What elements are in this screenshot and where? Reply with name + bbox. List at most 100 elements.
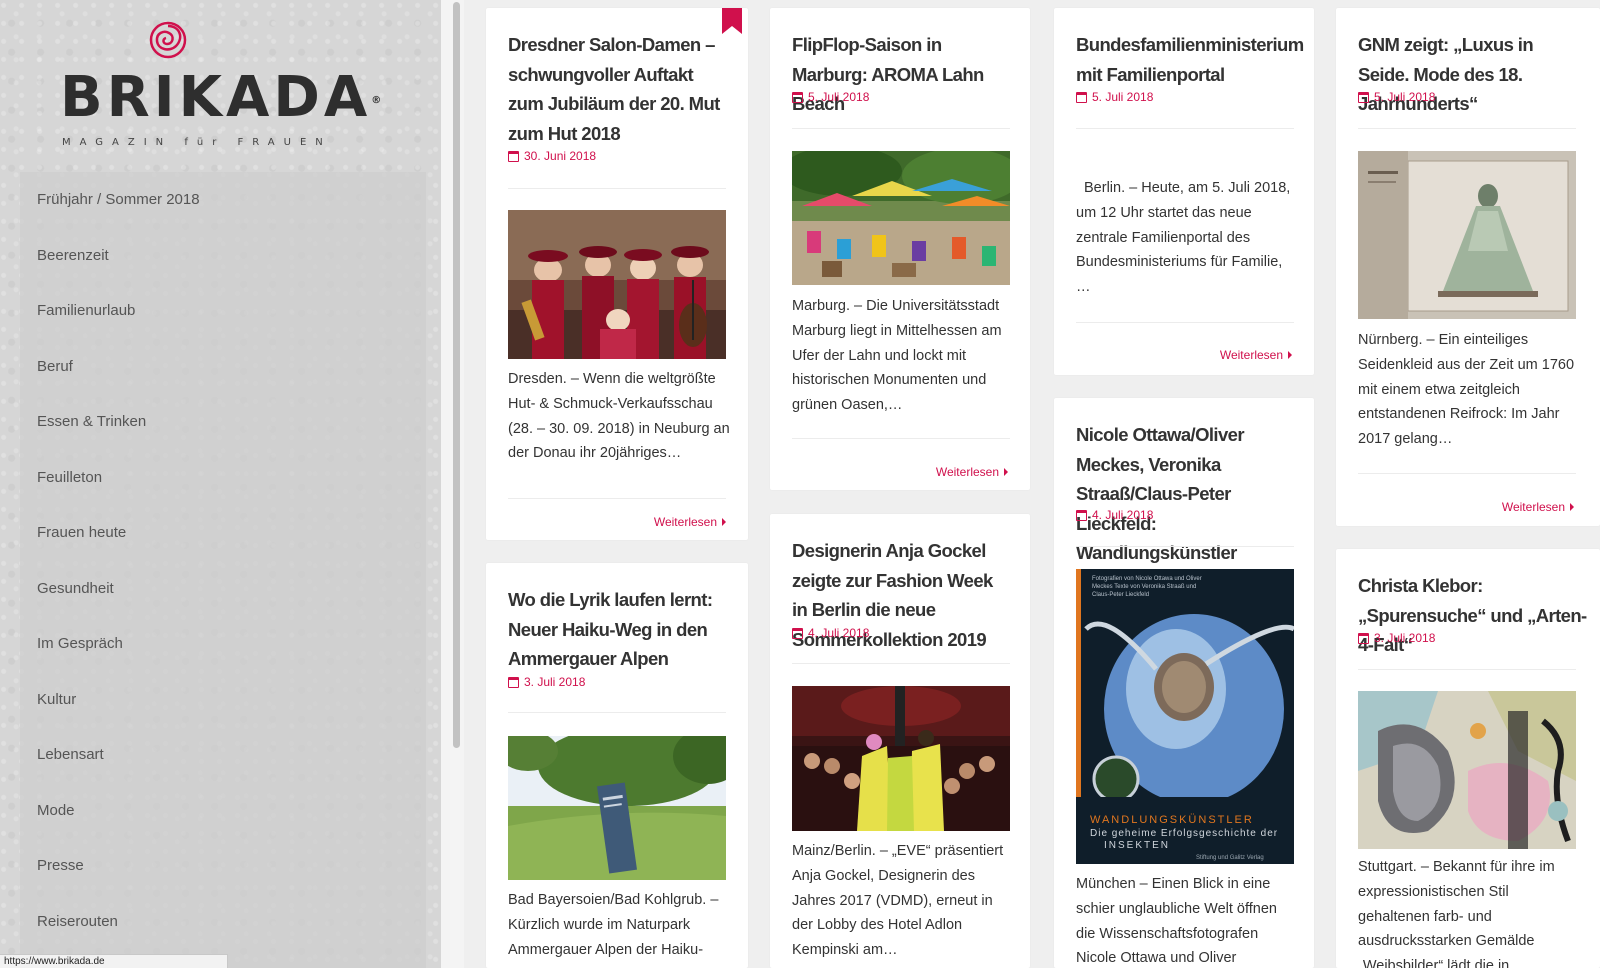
menu-item-im-gespraech[interactable]: Im Gespräch (20, 616, 426, 672)
post-excerpt: Marburg. – Die Universitätsstadt Marburg… (792, 298, 1002, 414)
post-card[interactable]: Dresdner Salon-Damen – schwungvoller Auf… (486, 8, 748, 540)
post-date-text: 3. Juli 2018 (1374, 631, 1436, 645)
menu-item-reiserouten[interactable]: Reiserouten (20, 894, 426, 950)
post-image[interactable] (508, 210, 726, 359)
post-date-text: 30. Juni 2018 (524, 149, 597, 163)
divider (1076, 322, 1294, 323)
post-card[interactable]: GNM zeigt: „Luxus in Seide. Mode des 18.… (1336, 8, 1600, 526)
divider (792, 438, 1010, 439)
divider (508, 498, 726, 499)
divider (508, 712, 726, 713)
site-logo[interactable]: BRIKADA® MAGAZIN für FRAUEN (60, 18, 390, 148)
menu-item-fruehjahr-sommer[interactable]: Frühjahr / Sommer 2018 (20, 172, 426, 228)
divider (1076, 128, 1294, 129)
divider (508, 188, 726, 189)
post-date-text: 5. Juli 2018 (808, 90, 870, 104)
calendar-icon (508, 150, 519, 162)
menu-item-beerenzeit[interactable]: Beerenzeit (20, 228, 426, 284)
read-more-link[interactable]: Weiterlesen (654, 515, 726, 529)
logo-tagline: MAGAZIN für FRAUEN (62, 137, 332, 148)
category-menu: Frühjahr / Sommer 2018 Beerenzeit Famili… (20, 172, 426, 968)
post-title[interactable]: Christa Klebor: „Spurensuche“ und „Arten… (1358, 571, 1588, 660)
post-date: 3. Juli 2018 (1358, 631, 1435, 645)
sidebar-scroll-thumb[interactable] (453, 2, 460, 748)
post-excerpt: Stuttgart. – Bekannt für ihre im express… (1358, 859, 1555, 968)
post-title[interactable]: Dresdner Salon-Damen – schwungvoller Auf… (508, 30, 726, 148)
post-date: 5. Juli 2018 (1358, 90, 1435, 104)
caret-right-icon (1570, 503, 1574, 511)
divider (792, 128, 1010, 129)
post-date-text: 5. Juli 2018 (1374, 90, 1436, 104)
post-excerpt: Berlin. – Heute, am 5. Juli 2018, um 12 … (1076, 180, 1291, 296)
post-date: 5. Juli 2018 (792, 90, 869, 104)
read-more-label: Weiterlesen (1219, 348, 1283, 362)
rose-icon (149, 21, 187, 59)
post-title[interactable]: Bundesfamilienministerium mit Familienpo… (1076, 30, 1304, 89)
menu-item-presse[interactable]: Presse (20, 838, 426, 894)
post-card[interactable]: Nicole Ottawa/Oliver Meckes, Veronika St… (1054, 398, 1314, 968)
menu-item-frauen-heute[interactable]: Frauen heute (20, 505, 426, 561)
menu-item-lebensart[interactable]: Lebensart (20, 727, 426, 783)
divider (1358, 473, 1576, 474)
calendar-icon (792, 627, 803, 639)
calendar-icon (1076, 509, 1087, 521)
sidebar: BRIKADA® MAGAZIN für FRAUEN Frühjahr / S… (0, 0, 441, 968)
menu-item-kultur[interactable]: Kultur (20, 672, 426, 728)
post-date: 3. Juli 2018 (508, 675, 585, 689)
menu-item-beruf[interactable]: Beruf (20, 339, 426, 395)
post-date: 30. Juni 2018 (508, 149, 596, 163)
post-date-text: 5. Juli 2018 (1092, 90, 1154, 104)
cover-publisher: Stiftung und Galitz Verlag (1196, 855, 1264, 861)
menu-item-gesundheit[interactable]: Gesundheit (20, 561, 426, 617)
post-title[interactable]: FlipFlop-Saison in Marburg: AROMA Lahn B… (792, 30, 1010, 119)
post-card[interactable]: Designerin Anja Gockel zeigte zur Fashio… (770, 514, 1030, 968)
menu-item-essen-trinken[interactable]: Essen & Trinken (20, 394, 426, 450)
calendar-icon (1358, 91, 1369, 103)
menu-item-mode[interactable]: Mode (20, 783, 426, 839)
menu-item-feuilleton[interactable]: Feuilleton (20, 450, 426, 506)
post-image[interactable] (1358, 151, 1576, 319)
cover-credits: Fotografien von Nicole Ottawa und Oliver… (1092, 576, 1202, 598)
calendar-icon (792, 91, 803, 103)
calendar-icon (1358, 632, 1369, 644)
post-date: 4. Juli 2018 (792, 626, 869, 640)
post-image[interactable] (792, 686, 1010, 831)
post-date: 4. Juli 2018 (1076, 508, 1153, 522)
logo-wordmark: BRIKADA® (60, 66, 390, 133)
cover-subtitle: Die geheime Erfolgsgeschichte der (1090, 828, 1278, 839)
post-image[interactable]: WANDLUNGSKÜNSTLER Die geheime Erfolgsges… (1076, 569, 1294, 864)
read-more-link[interactable]: Weiterlesen (1502, 500, 1574, 514)
cover-title: WANDLUNGSKÜNSTLER (1090, 814, 1254, 826)
divider (1076, 546, 1294, 547)
post-excerpt: Bad Bayersoien/Bad Kohlgrub. – Kürzlich … (508, 892, 719, 958)
post-date: 5. Juli 2018 (1076, 90, 1153, 104)
divider (1358, 128, 1576, 129)
post-excerpt: München – Einen Blick in eine schier ung… (1076, 876, 1277, 967)
post-image[interactable] (792, 151, 1010, 285)
menu-item-familienurlaub[interactable]: Familienurlaub (20, 283, 426, 339)
logo-text: BRIKADA (60, 65, 372, 130)
post-title[interactable]: GNM zeigt: „Luxus in Seide. Mode des 18.… (1358, 30, 1588, 119)
post-card[interactable]: FlipFlop-Saison in Marburg: AROMA Lahn B… (770, 8, 1030, 490)
registered-mark: ® (371, 94, 382, 106)
calendar-icon (508, 676, 519, 688)
read-more-label: Weiterlesen (935, 465, 999, 479)
post-title[interactable]: Wo die Lyrik laufen lernt: Neuer Haiku-W… (508, 585, 726, 674)
post-card[interactable]: Christa Klebor: „Spurensuche“ und „Arten… (1336, 549, 1600, 968)
post-image[interactable] (508, 736, 726, 880)
read-more-link[interactable]: Weiterlesen (936, 465, 1008, 479)
post-card[interactable]: Wo die Lyrik laufen lernt: Neuer Haiku-W… (486, 563, 748, 968)
read-more-link[interactable]: Weiterlesen (1220, 348, 1292, 362)
post-card[interactable]: Bundesfamilienministerium mit Familienpo… (1054, 8, 1314, 375)
caret-right-icon (1288, 351, 1292, 359)
post-excerpt: Mainz/Berlin. – „EVE“ präsentiert Anja G… (792, 843, 1004, 959)
post-date-text: 3. Juli 2018 (524, 675, 586, 689)
caret-right-icon (722, 518, 726, 526)
post-date-text: 4. Juli 2018 (808, 626, 870, 640)
post-image[interactable] (1358, 691, 1576, 849)
read-more-label: Weiterlesen (1501, 500, 1565, 514)
cover-subtitle-2: INSEKTEN (1104, 840, 1170, 851)
caret-right-icon (1004, 468, 1008, 476)
read-more-label: Weiterlesen (653, 515, 717, 529)
divider (792, 663, 1010, 664)
